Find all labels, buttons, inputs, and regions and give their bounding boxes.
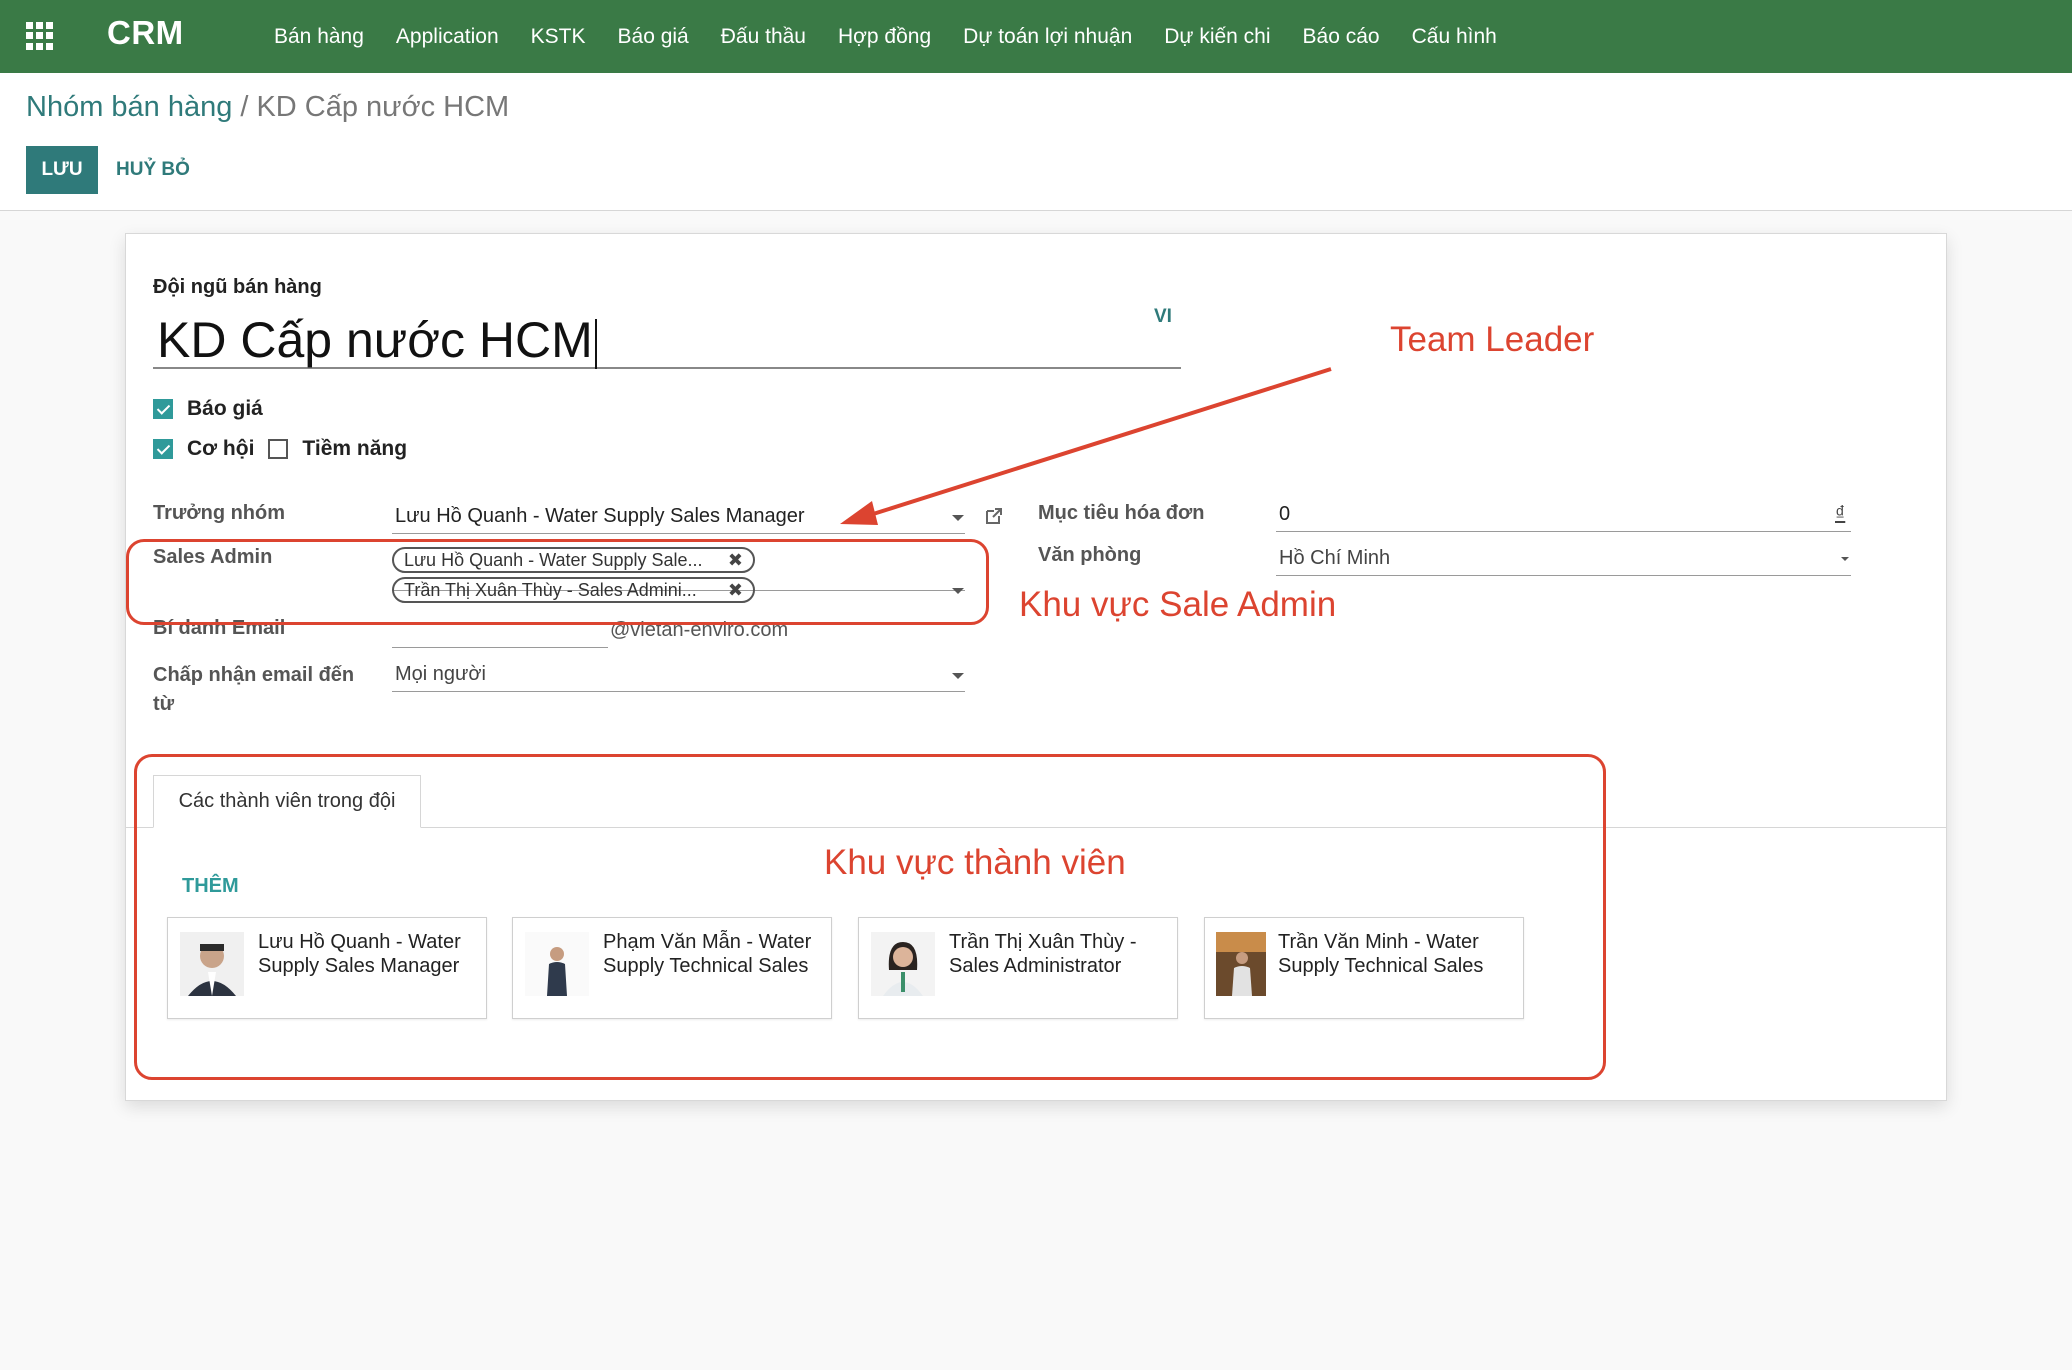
menu-item-dau-thau[interactable]: Đấu thầu — [705, 25, 822, 49]
checkbox-tiem-nang[interactable] — [268, 439, 289, 459]
checkbox-co-hoi-row: Cơ hội Tiềm năng — [153, 437, 407, 461]
team-name-label: Đội ngũ bán hàng — [153, 276, 322, 298]
currency-symbol: ₫ — [1835, 503, 1846, 525]
checkbox-tiem-nang-label: Tiềm năng — [302, 437, 408, 460]
breadcrumb-current: KD Cấp nước HCM — [256, 91, 510, 123]
checkbox-co-hoi-label: Cơ hội — [187, 437, 255, 460]
breadcrumb-parent[interactable]: Nhóm bán hàng — [26, 91, 232, 123]
annotation-sale-admin: Khu vực Sale Admin — [1019, 585, 1337, 624]
checkbox-bao-gia-row: Báo giá — [153, 397, 263, 421]
menu-item-bao-cao[interactable]: Báo cáo — [1287, 25, 1396, 49]
menu-item-du-toan[interactable]: Dự toán lợi nhuận — [947, 25, 1148, 49]
breadcrumb: Nhóm bán hàng / KD Cấp nước HCM — [26, 91, 509, 124]
annotation-box-sale-admin — [126, 539, 989, 625]
checkbox-co-hoi[interactable] — [153, 439, 173, 459]
cancel-button[interactable]: HUỶ BỎ — [116, 146, 190, 194]
accept-from-label: Chấp nhận email đến từ — [153, 664, 355, 715]
menu-item-kstk[interactable]: KSTK — [515, 25, 602, 49]
accept-from-select[interactable]: Mọi người — [392, 658, 965, 692]
external-link-icon[interactable] — [984, 506, 1004, 526]
annotation-team-leader: Team Leader — [1390, 320, 1595, 359]
team-name-value: KD Cấp nước HCM — [157, 312, 593, 368]
team-leader-dropdown-icon[interactable] — [952, 515, 964, 521]
team-leader-value: Lưu Hồ Quanh - Water Supply Sales Manage… — [395, 505, 805, 527]
breadcrumb-separator: / — [240, 91, 249, 123]
language-button[interactable]: VI — [1154, 306, 1172, 328]
apps-grid-icon[interactable] — [26, 22, 54, 50]
annotation-members: Khu vực thành viên — [824, 843, 1126, 882]
invoice-target-label: Mục tiêu hóa đơn — [1038, 502, 1205, 524]
accept-from-value: Mọi người — [395, 663, 486, 685]
checkbox-bao-gia[interactable] — [153, 399, 173, 419]
invoice-target-input[interactable]: 0 — [1276, 498, 1851, 532]
office-dropdown-icon[interactable] — [1841, 557, 1849, 561]
annotation-box-members — [134, 754, 1606, 1080]
team-leader-label: Trưởng nhóm — [153, 502, 286, 524]
office-label: Văn phòng — [1038, 544, 1142, 566]
save-button[interactable]: LƯU — [26, 146, 98, 194]
top-navbar: CRM Bán hàng Application KSTK Báo giá Đấ… — [0, 0, 2072, 73]
menu-item-hop-dong[interactable]: Hợp đồng — [822, 25, 947, 49]
accept-from-dropdown-icon[interactable] — [952, 673, 964, 679]
main-menu: Bán hàng Application KSTK Báo giá Đấu th… — [258, 0, 1513, 73]
menu-item-bao-gia[interactable]: Báo giá — [602, 25, 705, 49]
menu-item-ban-hang[interactable]: Bán hàng — [258, 25, 380, 49]
menu-item-application[interactable]: Application — [380, 25, 515, 49]
control-panel: Nhóm bán hàng / KD Cấp nước HCM LƯU HUỶ BỎ — [0, 73, 2072, 211]
office-select[interactable]: Hồ Chí Minh — [1276, 542, 1851, 576]
menu-item-cau-hinh[interactable]: Cấu hình — [1396, 25, 1513, 49]
invoice-target-value: 0 — [1279, 503, 1291, 525]
app-brand[interactable]: CRM — [107, 14, 184, 52]
text-caret — [594, 318, 597, 369]
office-value: Hồ Chí Minh — [1279, 547, 1391, 569]
checkbox-bao-gia-label: Báo giá — [187, 397, 263, 420]
menu-item-du-kien-chi[interactable]: Dự kiến chi — [1148, 25, 1286, 49]
team-leader-field[interactable]: Lưu Hồ Quanh - Water Supply Sales Manage… — [392, 500, 965, 534]
team-name-input[interactable]: KD Cấp nước HCM — [153, 312, 1181, 369]
